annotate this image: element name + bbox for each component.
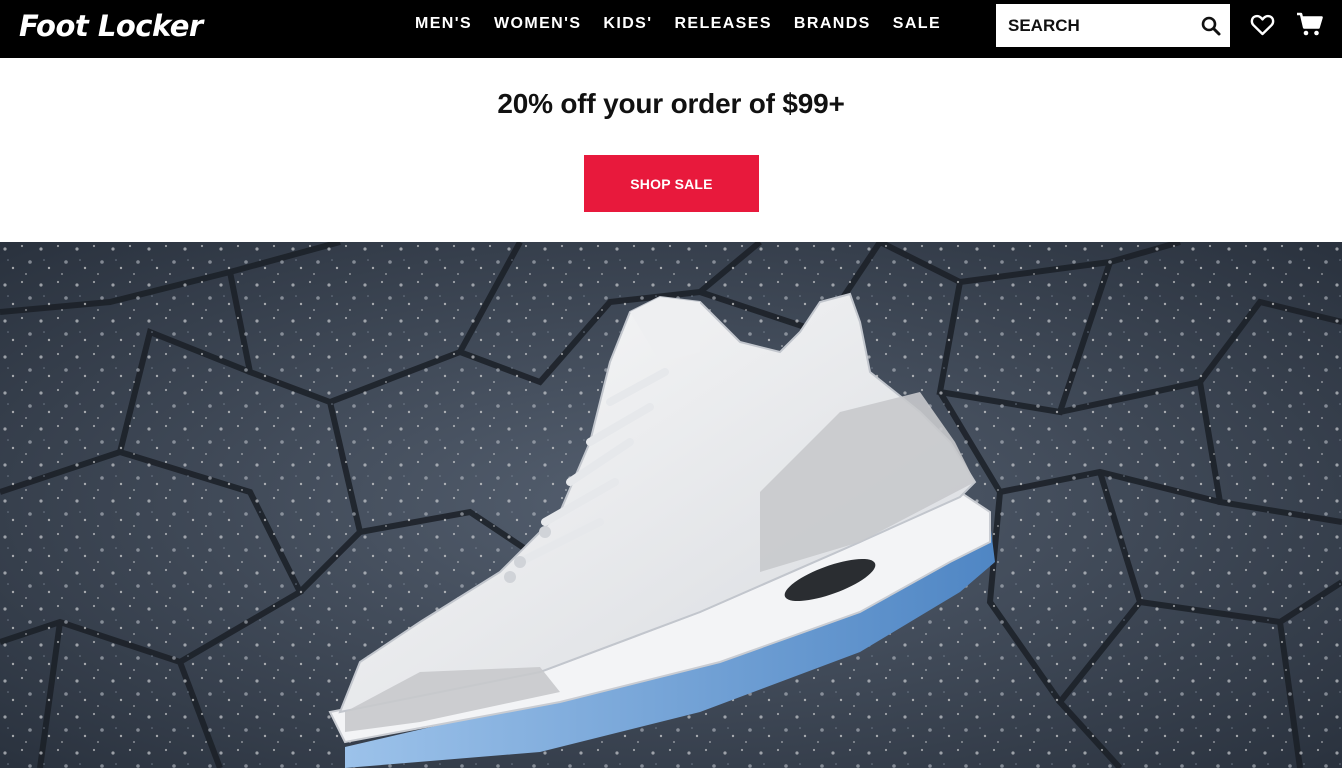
hero-image[interactable] — [0, 242, 1342, 768]
nav-womens[interactable]: WOMEN'S — [483, 0, 592, 48]
promo-headline: 20% off your order of $99+ — [497, 88, 845, 119]
cart-icon[interactable] — [1296, 12, 1323, 37]
top-nav-bar: Foot Locker MEN'S WOMEN'S KIDS' RELEASES… — [0, 0, 1342, 58]
nav-kids[interactable]: KIDS' — [592, 0, 663, 48]
main-nav: MEN'S WOMEN'S KIDS' RELEASES BRANDS SALE — [404, 0, 952, 48]
search-input[interactable] — [996, 4, 1186, 47]
nav-mens[interactable]: MEN'S — [404, 0, 483, 48]
search-icon[interactable] — [1200, 15, 1222, 37]
foot-locker-logo[interactable]: Foot Locker — [19, 6, 203, 46]
nav-releases[interactable]: RELEASES — [663, 0, 782, 48]
sneaker-on-stone-picture — [0, 242, 1342, 768]
nav-sale[interactable]: SALE — [882, 0, 952, 48]
heart-icon[interactable] — [1250, 13, 1275, 37]
nav-brands[interactable]: BRANDS — [783, 0, 882, 48]
promo-banner: 20% off your order of $99+ SHOP SALE — [0, 58, 1342, 242]
search-box — [996, 4, 1230, 47]
shop-sale-button[interactable]: SHOP SALE — [584, 155, 759, 212]
